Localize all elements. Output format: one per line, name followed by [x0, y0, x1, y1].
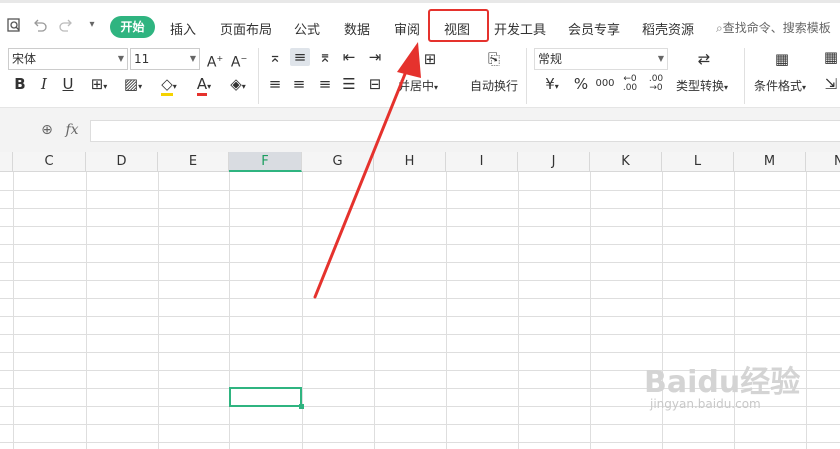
watermark-logo: Baidu经验 [644, 365, 801, 400]
watermark: Baidu经验 jingyan.baidu.com [640, 357, 830, 417]
watermark-url: jingyan.baidu.com [650, 397, 761, 411]
